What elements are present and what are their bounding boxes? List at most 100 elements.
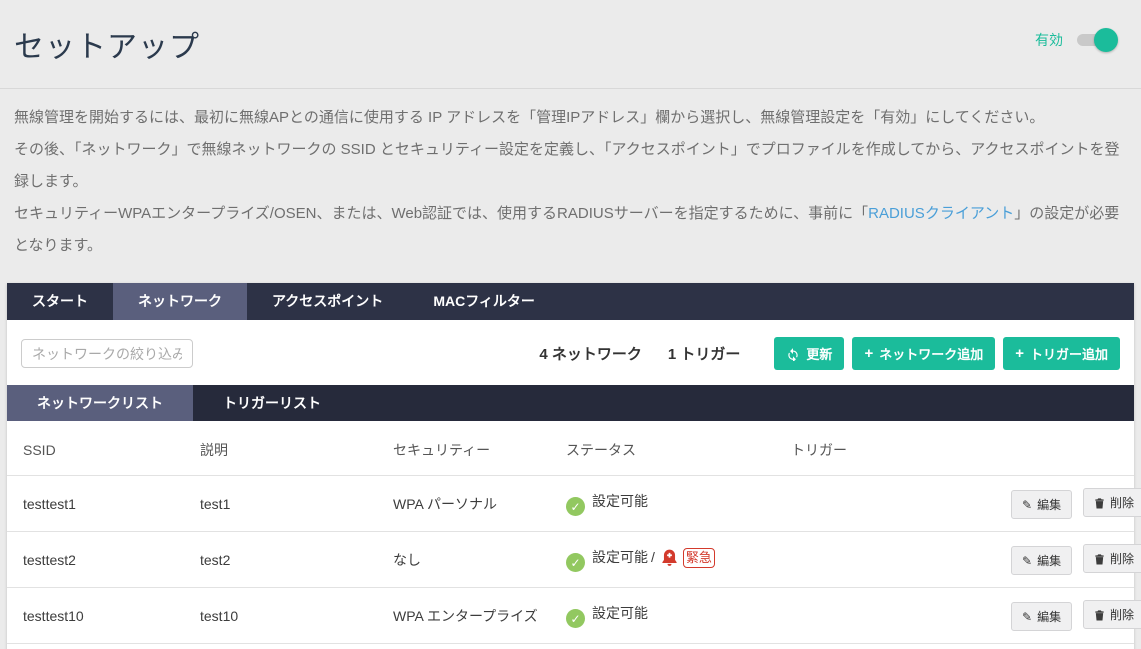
add-network-button[interactable]: + ネットワーク追加: [852, 337, 995, 370]
security-cell: なし: [377, 532, 550, 588]
description-cell: test1: [184, 476, 377, 532]
tab-mac-filter[interactable]: MACフィルター: [408, 283, 560, 320]
network-count: 4 ネットワーク: [539, 343, 642, 364]
refresh-button[interactable]: 更新: [774, 337, 844, 370]
column-header-description: 説明: [184, 421, 377, 476]
setup-page: セットアップ 有効 無線管理を開始するには、最初に無線APとの通信に使用する I…: [0, 0, 1141, 649]
description-cell: test10: [184, 588, 377, 644]
trigger-cell: [775, 588, 988, 644]
add-trigger-label: トリガー追加: [1030, 344, 1108, 363]
trigger-cell: Trigger_for_AWC-SDF: [775, 644, 988, 649]
page-title: セットアップ: [14, 22, 200, 66]
security-cell: WPA パーソナル: [377, 476, 550, 532]
column-header-actions: [988, 421, 1134, 476]
description-cell: trigger-network: [184, 644, 377, 649]
toggle-label: 有効: [1035, 30, 1063, 50]
status-cell: ✓ 設定可能/ 緊急: [550, 532, 775, 588]
edit-label: 編集: [1037, 496, 1061, 513]
delete-button[interactable]: 削除: [1083, 488, 1141, 517]
check-glyph: ✓: [570, 612, 580, 626]
column-header-security: セキュリティー: [377, 421, 550, 476]
column-header-trigger: トリガー: [775, 421, 988, 476]
table-header-row: SSID 説明 セキュリティー ステータス トリガー: [7, 421, 1134, 476]
edit-button[interactable]: ✎ 編集: [1011, 602, 1072, 631]
status-separator: /: [651, 549, 655, 565]
trigger-cell: [775, 476, 988, 532]
emergency-bell-icon: [660, 548, 679, 567]
actions-cell: ✎編集 削除: [988, 644, 1134, 649]
ssid-cell: testtest1: [7, 476, 184, 532]
page-header: セットアップ 有効: [0, 0, 1141, 89]
description-cell: test2: [184, 532, 377, 588]
edit-label: 編集: [1037, 552, 1061, 569]
tab-network-list[interactable]: ネットワークリスト: [7, 385, 193, 421]
table-row: testtest1 test1 WPA パーソナル ✓ 設定可能 ✎ 編集 削除: [7, 476, 1134, 532]
column-header-status: ステータス: [550, 421, 775, 476]
ssid-cell: testtest10: [7, 588, 184, 644]
tab-access-point[interactable]: アクセスポイント: [247, 283, 408, 320]
pencil-icon: ✎: [1022, 554, 1032, 568]
refresh-icon: [786, 347, 800, 361]
plus-icon: +: [864, 346, 873, 361]
trash-icon: [1094, 497, 1105, 509]
list-tab-bar: ネットワークリスト トリガーリスト: [7, 385, 1134, 421]
delete-label: 削除: [1110, 494, 1134, 511]
main-panel: スタート ネットワーク アクセスポイント MACフィルター 4 ネットワーク 1…: [7, 283, 1134, 649]
actions-cell: ✎ 編集 削除: [988, 532, 1134, 588]
plus-icon: +: [1015, 346, 1024, 361]
status-text: 設定可能: [592, 605, 648, 621]
edit-label: 編集: [1037, 608, 1061, 625]
check-circle-icon: ✓: [566, 497, 585, 516]
description-line-2: その後、「ネットワーク」で無線ネットワークの SSID とセキュリティー設定を定…: [14, 134, 1127, 198]
check-circle-icon: ✓: [566, 609, 585, 628]
security-cell: なし: [377, 644, 550, 649]
emergency-badge: 緊急: [683, 548, 715, 568]
status-cell: ✓設定可能: [550, 644, 775, 649]
add-network-label: ネットワーク追加: [879, 344, 983, 363]
network-filter-input[interactable]: [21, 339, 193, 368]
toolbar: 4 ネットワーク 1 トリガー 更新 + ネットワーク追加 + トリガー追加: [7, 320, 1134, 385]
table-row: testtest10 test10 WPA エンタープライズ ✓ 設定可能 ✎ 編集…: [7, 588, 1134, 644]
toolbar-right-group: 4 ネットワーク 1 トリガー 更新 + ネットワーク追加 + トリガー追加: [539, 337, 1120, 370]
add-trigger-button[interactable]: + トリガー追加: [1003, 337, 1120, 370]
description-block: 無線管理を開始するには、最初に無線APとの通信に使用する IP アドレスを「管理…: [0, 89, 1141, 272]
security-cell: WPA エンタープライズ: [377, 588, 550, 644]
trigger-cell: [775, 532, 988, 588]
ssid-cell: testtest2: [7, 532, 184, 588]
radius-client-link[interactable]: RADIUSクライアント: [868, 205, 1014, 222]
trash-icon: [1094, 553, 1105, 565]
delete-button[interactable]: 削除: [1083, 600, 1141, 629]
description-line-1: 無線管理を開始するには、最初に無線APとの通信に使用する IP アドレスを「管理…: [14, 102, 1127, 134]
edit-button[interactable]: ✎ 編集: [1011, 490, 1072, 519]
status-cell: ✓ 設定可能: [550, 588, 775, 644]
wireless-management-toggle-group: 有効: [1035, 30, 1115, 50]
tab-trigger-list[interactable]: トリガーリスト: [193, 385, 351, 421]
status-text: 設定可能: [592, 549, 648, 565]
table-row: testtest2 test2 なし ✓ 設定可能/ 緊急 ✎ 編集 削除: [7, 532, 1134, 588]
actions-cell: ✎ 編集 削除: [988, 476, 1134, 532]
tab-start[interactable]: スタート: [7, 283, 113, 320]
delete-label: 削除: [1110, 606, 1134, 623]
main-tab-bar: スタート ネットワーク アクセスポイント MACフィルター: [7, 283, 1134, 320]
network-table: SSID 説明 セキュリティー ステータス トリガー testtest1 tes…: [7, 421, 1134, 649]
description-line-3-pre: セキュリティーWPAエンタープライズ/OSEN、または、Web認証では、使用する…: [14, 205, 868, 222]
pencil-icon: ✎: [1022, 610, 1032, 624]
tab-network[interactable]: ネットワーク: [113, 283, 247, 320]
refresh-label: 更新: [806, 344, 832, 363]
column-header-ssid: SSID: [7, 421, 184, 476]
delete-label: 削除: [1110, 550, 1134, 567]
check-glyph: ✓: [570, 556, 580, 570]
pencil-icon: ✎: [1022, 498, 1032, 512]
check-circle-icon: ✓: [566, 553, 585, 572]
edit-button[interactable]: ✎ 編集: [1011, 546, 1072, 575]
delete-button[interactable]: 削除: [1083, 544, 1141, 573]
actions-cell: ✎ 編集 削除: [988, 588, 1134, 644]
description-line-3: セキュリティーWPAエンタープライズ/OSEN、または、Web認証では、使用する…: [14, 198, 1127, 262]
trigger-count: 1 トリガー: [668, 343, 741, 364]
status-text: 設定可能: [592, 493, 648, 509]
check-glyph: ✓: [570, 500, 580, 514]
trash-icon: [1094, 609, 1105, 621]
enabled-toggle[interactable]: [1077, 34, 1115, 46]
ssid-cell: trigger-network: [7, 644, 184, 649]
toggle-knob-icon: [1094, 28, 1118, 52]
